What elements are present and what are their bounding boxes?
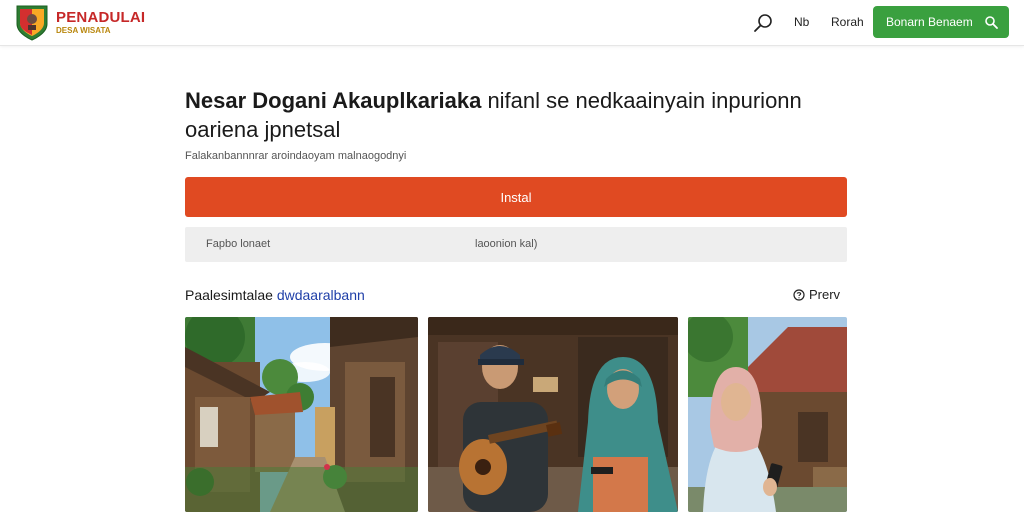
search-icon (985, 16, 998, 29)
top-header: PENADULAI DESA WISATA Nb Rorah Bonarn Be… (0, 0, 1024, 46)
preview-label: Prerv (809, 287, 841, 302)
musicians-photo[interactable] (428, 317, 678, 512)
shield-crest-icon[interactable] (15, 4, 49, 42)
brand-name: PENADULAI (56, 9, 146, 26)
nav-link-1[interactable]: Nb (794, 15, 809, 29)
info-item-1: Fapbo lonaet (206, 238, 271, 250)
page-subtitle: Falakanbannnrar aroindaoyam malnaogodnyi (185, 150, 407, 162)
woman-phone-photo[interactable] (688, 317, 847, 512)
preview-link[interactable]: Prerv (793, 287, 840, 302)
cta-label: Bonarn Benaem (886, 15, 973, 29)
brand[interactable]: PENADULAI DESA WISATA (56, 10, 145, 36)
section-title-link[interactable]: dwdaaralbann (277, 287, 365, 303)
search-icon[interactable] (752, 12, 774, 34)
install-button[interactable]: Instal (185, 177, 847, 217)
cta-button[interactable]: Bonarn Benaem (873, 6, 1009, 38)
village-street-photo[interactable] (185, 317, 418, 512)
help-circle-icon (793, 288, 805, 301)
info-bar: Fapbo lonaet laoonion kal) (185, 227, 847, 262)
page-title: Nesar Dogani Akauplkariaka nifanl se ned… (185, 86, 825, 144)
section-title-text: Paalesimtalae (185, 287, 273, 303)
page-title-bold: Nesar Dogani Akauplkariaka (185, 88, 482, 113)
info-item-2: laoonion kal) (475, 238, 538, 250)
brand-subtitle: DESA WISATA (56, 26, 111, 35)
nav-link-2[interactable]: Rorah (831, 15, 864, 29)
section-title: Paalesimtalae dwdaaralbann (185, 287, 365, 303)
